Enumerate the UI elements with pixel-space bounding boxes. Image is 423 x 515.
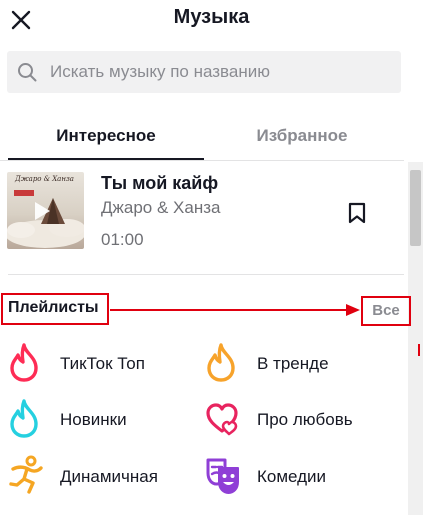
song-cover[interactable]: Джаро & Ханза	[7, 172, 84, 249]
bookmark-icon	[348, 202, 366, 224]
song-artist: Джаро & Ханза	[101, 198, 221, 217]
playlist-item-new[interactable]: Новинки	[8, 398, 198, 442]
cover-text: Джаро & Ханза	[14, 175, 74, 183]
playlist-item-tiktok-top[interactable]: ТикТок Топ	[8, 342, 198, 386]
song-title[interactable]: Ты мой кайф	[101, 173, 218, 194]
cover-art: Джаро & Ханза	[7, 172, 84, 249]
search-input[interactable]	[50, 51, 390, 93]
annotation-arrow	[110, 304, 360, 316]
section-divider	[8, 274, 404, 275]
page-title: Музыка	[173, 6, 250, 28]
annotation-mark	[418, 344, 420, 356]
playlist-item-trending[interactable]: В тренде	[205, 342, 395, 386]
bookmark-button[interactable]	[347, 202, 367, 224]
playlists-title: Плейлисты	[8, 299, 99, 316]
playlist-label: В тренде	[257, 354, 329, 373]
flame-icon	[10, 343, 38, 382]
tab-favorites[interactable]: Избранное	[204, 126, 400, 146]
song-duration: 01:00	[101, 230, 144, 249]
playlist-item-comedy[interactable]: Комедии	[205, 455, 395, 499]
playlist-label: Про любовь	[257, 410, 353, 429]
tab-interesting[interactable]: Интересное	[8, 126, 204, 146]
theater-masks-icon	[206, 458, 239, 494]
playlist-label: Комедии	[257, 467, 327, 486]
flame-icon	[10, 399, 38, 438]
flame-icon	[207, 343, 235, 382]
see-all-button[interactable]: Все	[361, 296, 411, 326]
search-icon	[17, 62, 37, 82]
playlist-label: Новинки	[60, 410, 127, 429]
tabs-divider	[0, 160, 404, 161]
playlist-item-dynamic[interactable]: Динамичная	[8, 455, 198, 499]
scrollbar-thumb[interactable]	[410, 170, 421, 246]
playlist-label: ТикТок Топ	[60, 354, 145, 373]
running-person-icon	[9, 455, 43, 494]
hearts-icon	[206, 403, 238, 436]
playlist-label: Динамичная	[60, 467, 158, 486]
playlist-item-love[interactable]: Про любовь	[205, 398, 395, 442]
